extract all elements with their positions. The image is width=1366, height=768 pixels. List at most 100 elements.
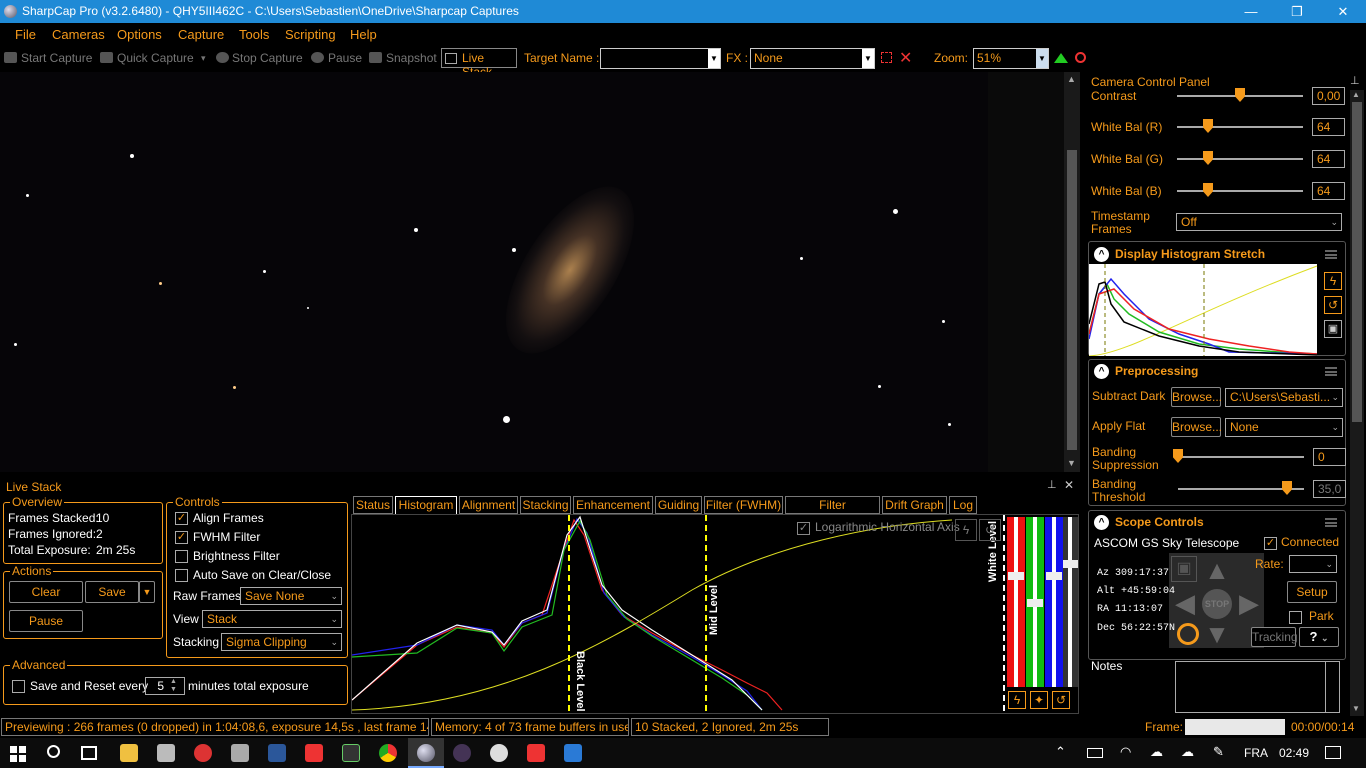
app-icon[interactable] [157, 744, 175, 762]
scroll-thumb[interactable] [1352, 102, 1362, 422]
collapse-icon[interactable]: ^ [1094, 364, 1109, 379]
menu-file[interactable]: File [15, 27, 36, 42]
tab-filter-fwhm[interactable]: Filter (FWHM) [704, 496, 783, 514]
menu-cameras[interactable]: Cameras [52, 27, 105, 42]
close-panel-icon[interactable]: ✕ [1064, 478, 1074, 492]
quick-capture-dropdown-icon[interactable]: ▾ [201, 53, 206, 64]
sharpcap-taskbar-button[interactable] [408, 738, 444, 768]
clear-button[interactable]: Clear [9, 581, 83, 603]
tab-alignment[interactable]: Alignment [459, 496, 518, 514]
vivaldi-icon[interactable] [305, 744, 323, 762]
menu-capture[interactable]: Capture [178, 27, 224, 42]
green-slider-thumb[interactable] [1027, 599, 1043, 607]
wb-g-slider[interactable] [1177, 158, 1303, 160]
sparkle-icon[interactable]: ✦ [1030, 691, 1048, 709]
auto-stretch-icon[interactable]: ϟ [955, 519, 977, 541]
reset-stretch-icon[interactable]: ↺ [1324, 296, 1342, 314]
focus-assist-icon[interactable] [1075, 52, 1086, 63]
right-panel-scrollbar[interactable]: ▲ ▼ [1350, 90, 1364, 716]
pin-icon[interactable]: ⊥ [1350, 74, 1360, 87]
live-stack-histogram[interactable]: Black Level Mid Level White Level ✓ Loga… [351, 514, 1079, 715]
spinner-icon[interactable]: ▲ ▼ [170, 678, 183, 694]
tab-histogram[interactable]: Histogram [395, 496, 457, 515]
pin-icon[interactable]: ⊥ [1047, 478, 1057, 491]
search-icon[interactable] [47, 745, 60, 758]
app-icon[interactable] [231, 744, 249, 762]
wb-r-slider[interactable] [1177, 126, 1303, 128]
wb-r-value[interactable]: 64 [1312, 118, 1345, 136]
menu-scripting[interactable]: Scripting [285, 27, 336, 42]
wb-r-thumb[interactable] [1203, 119, 1213, 133]
image-vertical-scrollbar[interactable]: ▲ ▼ [1064, 72, 1080, 472]
wb-g-thumb[interactable] [1203, 151, 1213, 165]
stop-button[interactable]: STOP [1202, 589, 1232, 619]
zoom-select[interactable]: 51% ▼ [973, 48, 1049, 69]
tab-drift-graph[interactable]: Drift Graph [882, 496, 947, 514]
battery-icon[interactable] [1087, 748, 1103, 758]
file-explorer-icon[interactable] [120, 744, 138, 762]
snapshot-button[interactable]: Snapshot [386, 51, 437, 65]
notifications-icon[interactable] [1325, 746, 1341, 759]
save-stretch-icon[interactable]: ▣ [1324, 320, 1342, 338]
notes-scrollbar[interactable] [1325, 662, 1339, 712]
menu-icon[interactable] [1325, 518, 1337, 527]
histogram-icon[interactable] [1054, 53, 1068, 63]
tab-guiding[interactable]: Guiding [655, 496, 702, 514]
park-checkbox[interactable] [1289, 611, 1302, 624]
app-icon[interactable] [342, 744, 360, 762]
clock[interactable]: 02:49 [1279, 746, 1309, 760]
rate-select[interactable]: ⌄ [1289, 555, 1337, 573]
wb-g-value[interactable]: 64 [1312, 150, 1345, 168]
scroll-down-icon[interactable]: ▼ [1352, 704, 1360, 713]
maximize-button[interactable]: ❐ [1274, 0, 1320, 23]
chevron-up-icon[interactable]: ⌃ [1055, 744, 1066, 760]
windows-start-icon[interactable] [10, 746, 26, 762]
scroll-thumb[interactable] [1067, 150, 1077, 450]
wb-b-slider[interactable] [1177, 190, 1303, 192]
minimize-button[interactable]: — [1228, 0, 1274, 23]
chrome-icon[interactable] [379, 744, 397, 762]
app-icon[interactable] [490, 744, 508, 762]
reset-balance-icon[interactable]: ↺ [1052, 691, 1070, 709]
scroll-up-icon[interactable]: ▲ [1352, 90, 1360, 99]
start-capture-button[interactable]: Start Capture [21, 51, 92, 65]
stacking-select[interactable]: Sigma Clipping ⌄ [221, 633, 342, 651]
align-frames-checkbox[interactable]: ✓ [175, 512, 188, 525]
banding-suppression-slider[interactable] [1178, 456, 1304, 458]
wifi-icon[interactable]: ◠ [1120, 744, 1131, 760]
language-indicator[interactable]: FRA [1244, 746, 1268, 760]
tab-filter-brightness[interactable]: Filter (Brightness) [785, 496, 880, 528]
south-arrow-icon[interactable]: ▼ [1202, 619, 1232, 649]
menu-icon[interactable] [1325, 250, 1337, 259]
stellarium-icon[interactable] [453, 744, 471, 762]
app-icon[interactable] [194, 744, 212, 762]
save-dropdown-icon[interactable]: ▼ [139, 581, 155, 603]
menu-icon[interactable] [1325, 367, 1337, 376]
save-reset-checkbox[interactable] [12, 680, 25, 693]
vivaldi-icon[interactable] [527, 744, 545, 762]
pause-stack-button[interactable]: Pause [9, 610, 83, 632]
tab-stacking[interactable]: Stacking [520, 496, 571, 514]
luminance-slider-thumb[interactable] [1063, 560, 1078, 568]
scroll-up-icon[interactable]: ▲ [1067, 74, 1076, 84]
scope-setup-button[interactable]: Setup [1287, 581, 1337, 603]
tab-log[interactable]: Log [949, 496, 977, 514]
wb-b-thumb[interactable] [1203, 183, 1213, 197]
pause-button[interactable]: Pause [328, 51, 362, 65]
banding-threshold-value[interactable]: 35,0 [1313, 480, 1346, 498]
dark-browse-button[interactable]: Browse... [1171, 387, 1222, 407]
reset-stretch-icon[interactable]: ↺ [979, 519, 1001, 541]
camera-preview-image[interactable] [0, 72, 1064, 472]
help-button[interactable]: ? ⌄ [1299, 627, 1339, 647]
tab-status[interactable]: Status [353, 496, 393, 514]
menu-tools[interactable]: Tools [239, 27, 269, 42]
onedrive-icon[interactable]: ☁ [1181, 744, 1194, 760]
banding-threshold-thumb[interactable] [1282, 481, 1292, 495]
photos-icon[interactable] [564, 744, 582, 762]
timestamp-select[interactable]: Off ⌄ [1176, 213, 1342, 231]
flat-select[interactable]: None ⌄ [1225, 418, 1343, 437]
red-slider-thumb[interactable] [1008, 572, 1024, 580]
live-stack-button[interactable]: Live Stack [441, 48, 517, 79]
collapse-icon[interactable]: ^ [1094, 247, 1109, 262]
save-button[interactable]: Save [85, 581, 139, 603]
